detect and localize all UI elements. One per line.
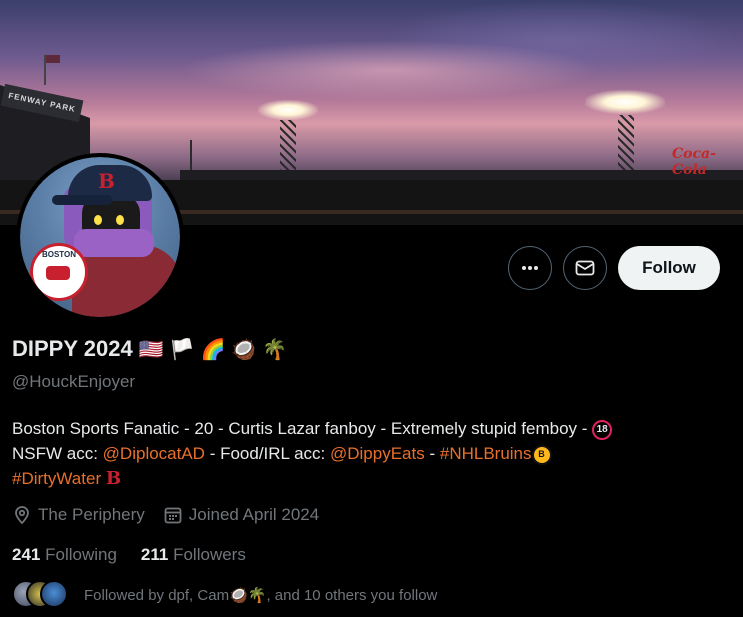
red-sox-logo: BOSTON	[30, 243, 88, 301]
palm-tree-emoji: 🌴	[262, 337, 288, 361]
us-flag-emoji: 🇺🇸	[138, 337, 164, 361]
nsfw-account-link[interactable]: @DiplocatAD	[103, 444, 205, 463]
bio-text: NSFW acc:	[12, 444, 103, 463]
food-account-link[interactable]: @DippyEats	[330, 444, 425, 463]
hashtag-nhlbruins-link[interactable]: #NHLBruins	[440, 444, 532, 463]
avatar-cap-logo: B	[98, 169, 115, 193]
followers-label: Followers	[173, 545, 246, 564]
join-date-text: Joined April 2024	[188, 505, 320, 524]
avatar-cap-brim	[52, 195, 112, 205]
followed-by[interactable]: Followed by dpf, Cam🥥🌴, and 10 others yo…	[12, 580, 437, 610]
flag	[46, 55, 60, 63]
avatar-eye	[94, 215, 102, 225]
red-sox-b-icon: B	[105, 468, 122, 489]
following-count-link[interactable]: 241 Following	[12, 545, 117, 565]
display-name: DIPPY 2024	[12, 336, 133, 361]
white-flag-emoji: 🏳️	[169, 337, 195, 361]
location-text: The Periphery	[38, 505, 145, 524]
avatar-eye	[116, 215, 124, 225]
followers-count: 211	[140, 545, 169, 564]
following-count: 241	[12, 545, 41, 564]
display-name-row: DIPPY 2024 🇺🇸 🏳️ 🌈 🥥 🌴	[12, 336, 287, 362]
avatar-scarf	[74, 229, 154, 257]
bio-text: -	[424, 444, 440, 463]
following-label: Following	[45, 545, 117, 564]
red-sox-logo-text: BOSTON	[41, 250, 77, 259]
red-sox-logo-socks	[46, 266, 70, 280]
profile-bio: Boston Sports Fanatic - 20 - Curtis Laza…	[12, 416, 732, 491]
coconut-emoji: 🥥	[231, 337, 257, 361]
bruins-logo-icon: B	[531, 444, 552, 465]
more-horizontal-icon	[522, 266, 538, 270]
mini-avatar	[40, 580, 68, 608]
location: The Periphery	[12, 505, 145, 525]
avatar-image: B BOSTON	[20, 157, 180, 317]
rainbow-emoji: 🌈	[200, 337, 226, 361]
avatar[interactable]: B BOSTON	[16, 153, 184, 321]
join-date: Joined April 2024	[163, 505, 319, 525]
envelope-icon	[575, 260, 595, 276]
more-button[interactable]	[508, 246, 552, 290]
user-handle: @HouckEnjoyer	[12, 372, 136, 391]
followers-count-link[interactable]: 211 Followers	[141, 545, 246, 565]
follow-counts: 241 Following 211 Followers	[12, 545, 246, 565]
ad-sign: Coca-Cola	[672, 146, 716, 178]
bio-text: Boston Sports Fanatic - 20 - Curtis Laza…	[12, 419, 593, 438]
bio-text: - Food/IRL acc:	[204, 444, 330, 463]
location-pin-icon	[15, 506, 29, 525]
age-18-icon: 18	[592, 419, 613, 440]
profile-meta: The Periphery Joined April 2024	[12, 505, 319, 525]
message-button[interactable]	[563, 246, 607, 290]
hashtag-dirtywater-link[interactable]: #DirtyWater	[12, 469, 101, 488]
follow-button[interactable]: Follow	[618, 246, 720, 290]
followed-by-text: Followed by dpf, Cam🥥🌴, and 10 others yo…	[84, 587, 438, 604]
calendar-icon	[164, 507, 182, 524]
banner-cloud	[180, 40, 600, 100]
stadium-light	[258, 100, 318, 120]
stadium-light	[585, 90, 665, 114]
followers-you-know-avatars	[12, 580, 72, 610]
